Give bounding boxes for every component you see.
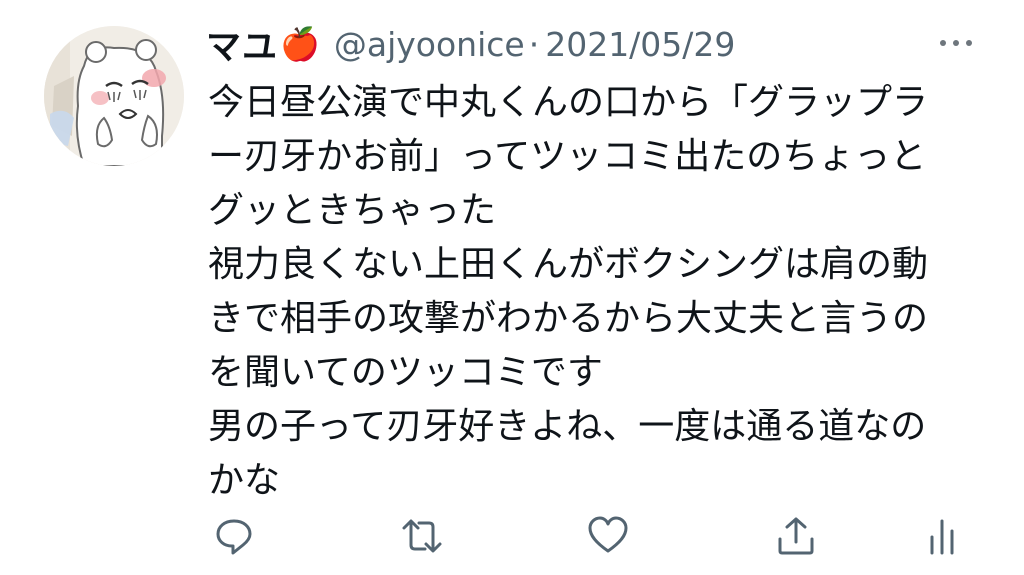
tweet-text-line: 男の子って刃牙好きよね、一度は通る道なの — [208, 406, 927, 447]
tweet-text-line: 視力良くない上田くんがボクシングは肩の動 — [208, 244, 929, 285]
share-button[interactable] — [772, 512, 820, 560]
tweet-text-line: かな — [208, 460, 281, 501]
retweet-icon — [402, 519, 442, 553]
user-handle[interactable]: @ajyoonice — [334, 25, 525, 64]
retweet-button[interactable] — [398, 512, 446, 560]
separator-dot: · — [528, 24, 540, 64]
reply-button[interactable] — [210, 512, 258, 560]
tweet-text-line: 今日昼公演で中丸くんの口から「グラップラ — [208, 82, 929, 123]
tweet-header: マユ 🍎 @ajyoonice · 2021/05/29 — [206, 18, 735, 70]
apple-emoji: 🍎 — [280, 25, 320, 63]
tweet-text: 今日昼公演で中丸くんの口から「グラップラ ー刃牙かお前」ってツッコミ出たのちょっ… — [208, 76, 998, 508]
share-icon — [778, 517, 814, 555]
tweet-text-line: グッときちゃった — [208, 190, 497, 231]
reply-icon — [216, 519, 252, 555]
tweet-text-line: ー刃牙かお前」ってツッコミ出たのちょっと — [208, 136, 927, 177]
more-horizontal-icon[interactable] — [936, 30, 976, 56]
tweet-text-line: を聞いてのツッコミです — [208, 352, 603, 393]
like-button[interactable] — [584, 512, 632, 560]
display-name[interactable]: マユ — [206, 19, 278, 70]
heart-icon — [588, 516, 628, 553]
tweet[interactable]: マユ 🍎 @ajyoonice · 2021/05/29 今日昼公演で中丸くんの… — [0, 0, 1024, 575]
tweet-date[interactable]: 2021/05/29 — [545, 25, 735, 64]
avatar[interactable] — [44, 26, 184, 166]
analytics-icon — [930, 519, 954, 555]
avatar-image — [44, 26, 184, 166]
analytics-button[interactable] — [918, 512, 966, 560]
tweet-text-line: きで相手の攻撃がわかるから大丈夫と言うの — [208, 298, 929, 339]
tweet-actions — [206, 512, 986, 562]
